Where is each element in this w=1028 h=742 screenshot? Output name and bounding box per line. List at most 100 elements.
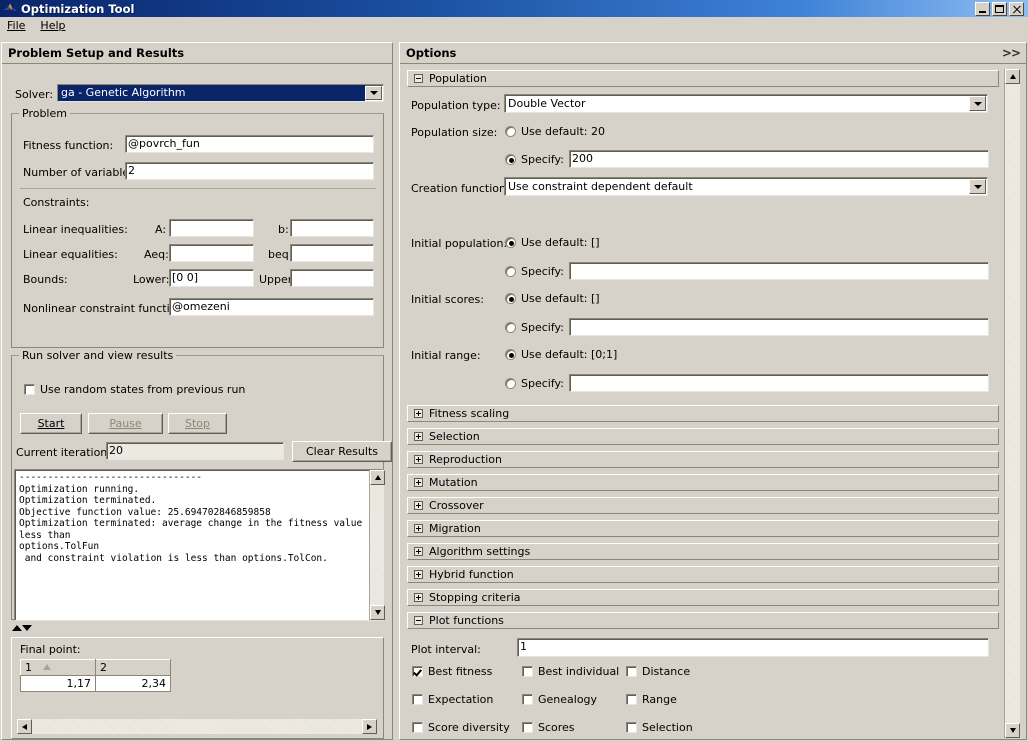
final-point-value-2[interactable]: 2,34 — [95, 675, 171, 692]
problem-group-title: Problem — [19, 107, 70, 120]
initial-range-specify-radio[interactable]: Specify: — [505, 377, 564, 390]
linear-equalities-beq-input[interactable] — [290, 244, 374, 262]
checkbox-score-diversity[interactable]: Score diversity — [412, 721, 510, 734]
pause-button[interactable]: Pause — [88, 413, 163, 434]
initial-range-input[interactable] — [569, 374, 989, 392]
scroll-track[interactable] — [370, 485, 384, 605]
population-type-dropdown[interactable]: Double Vector — [504, 94, 988, 113]
section-header-selection[interactable]: Selection — [407, 428, 999, 445]
section-header-stopping-criteria[interactable]: Stopping criteria — [407, 589, 999, 606]
checkbox-best-individual[interactable]: Best individual — [522, 665, 619, 678]
initial-scores-specify-radio[interactable]: Specify: — [505, 321, 564, 334]
expand-plus-icon[interactable] — [414, 570, 423, 579]
initial-population-specify-radio[interactable]: Specify: — [505, 265, 564, 278]
scroll-up-button[interactable] — [370, 470, 385, 485]
column-header-2[interactable]: 2 — [95, 659, 171, 676]
expand-plus-icon[interactable] — [414, 432, 423, 441]
scroll-down-button[interactable] — [1005, 723, 1020, 738]
checkbox-box — [522, 694, 533, 705]
minimize-button[interactable] — [975, 1, 990, 16]
checkbox-best-fitness[interactable]: Best fitness — [412, 665, 492, 678]
population-size-default-radio[interactable]: Use default: 20 — [505, 125, 605, 138]
menu-help[interactable]: Help — [38, 18, 72, 33]
section-header-fitness-scaling[interactable]: Fitness scaling — [407, 405, 999, 422]
fitness-function-input[interactable]: @povrch_fun — [125, 135, 374, 153]
final-point-value-1[interactable]: 1,17 — [20, 675, 96, 692]
results-vertical-scrollbar[interactable] — [369, 470, 385, 620]
close-button[interactable] — [1009, 1, 1024, 16]
section-header-migration[interactable]: Migration — [407, 520, 999, 537]
window-title: Optimization Tool — [21, 1, 135, 16]
table-header-row: 1 2 — [20, 659, 171, 676]
checkbox-distance[interactable]: Distance — [626, 665, 690, 678]
scroll-track[interactable] — [1005, 84, 1020, 723]
solver-dropdown[interactable]: ga - Genetic Algorithm — [57, 84, 384, 102]
checkbox-genealogy[interactable]: Genealogy — [522, 693, 597, 706]
creation-function-dropdown[interactable]: Use constraint dependent default — [504, 177, 988, 196]
scroll-up-button[interactable] — [1005, 69, 1020, 84]
section-header-population[interactable]: Population — [407, 70, 999, 87]
collapse-up-arrow-icon[interactable] — [12, 625, 22, 631]
linear-inequalities-b-input[interactable] — [290, 219, 374, 237]
collapse-minus-icon[interactable] — [414, 74, 423, 83]
plot-interval-input[interactable]: 1 — [517, 638, 989, 657]
lower-bound-input[interactable]: [0 0] — [169, 269, 254, 287]
maximize-button[interactable] — [992, 1, 1007, 16]
chevron-down-icon[interactable] — [969, 179, 986, 194]
expand-plus-icon[interactable] — [414, 478, 423, 487]
section-header-mutation[interactable]: Mutation — [407, 474, 999, 491]
initial-scores-input[interactable] — [569, 318, 989, 336]
collapse-minus-icon[interactable] — [414, 616, 423, 625]
final-point-horizontal-scrollbar[interactable] — [17, 719, 377, 734]
chevron-down-icon[interactable] — [365, 86, 382, 100]
expand-plus-icon[interactable] — [414, 501, 423, 510]
initial-population-input[interactable] — [569, 262, 989, 280]
radio-circle — [505, 378, 516, 389]
creation-function-value: Use constraint dependent default — [508, 179, 693, 193]
initial-population-default-radio[interactable]: Use default: [] — [505, 236, 600, 249]
chevron-down-icon[interactable] — [969, 96, 986, 111]
column-header-1[interactable]: 1 — [20, 659, 96, 676]
current-iteration-input[interactable]: 20 — [106, 442, 284, 460]
checkbox-box — [626, 722, 637, 733]
initial-range-default-radio[interactable]: Use default: [0;1] — [505, 348, 617, 361]
expand-plus-icon[interactable] — [414, 593, 423, 602]
start-button[interactable]: Start — [20, 413, 82, 434]
section-header-algorithm-settings[interactable]: Algorithm settings — [407, 543, 999, 560]
scroll-down-button[interactable] — [370, 605, 385, 620]
checkbox-scores[interactable]: Scores — [522, 721, 575, 734]
menu-file[interactable]: File — [5, 18, 32, 33]
linear-equalities-aeq-input[interactable] — [169, 244, 254, 262]
scroll-right-button[interactable] — [362, 719, 377, 734]
checkbox-expectation[interactable]: Expectation — [412, 693, 493, 706]
population-size-input[interactable]: 200 — [569, 150, 989, 168]
nonlinear-constraint-input[interactable]: @omezeni — [169, 298, 374, 316]
scroll-left-button[interactable] — [17, 719, 32, 734]
checkbox-box — [522, 666, 533, 677]
initial-scores-default-radio[interactable]: Use default: [] — [505, 292, 600, 305]
use-random-states-checkbox[interactable]: Use random states from previous run — [24, 383, 245, 396]
section-header-hybrid-function[interactable]: Hybrid function — [407, 566, 999, 583]
number-of-variables-input[interactable]: 2 — [125, 162, 374, 180]
expand-plus-icon[interactable] — [414, 409, 423, 418]
clear-results-button[interactable]: Clear Results — [292, 441, 392, 462]
expand-plus-icon[interactable] — [414, 524, 423, 533]
checkbox-selection[interactable]: Selection — [626, 721, 693, 734]
upper-bound-input[interactable] — [290, 269, 374, 287]
expand-options-button[interactable]: >> — [1002, 46, 1021, 60]
stop-button[interactable]: Stop — [168, 413, 227, 434]
section-header-crossover[interactable]: Crossover — [407, 497, 999, 514]
section-header-reproduction[interactable]: Reproduction — [407, 451, 999, 468]
panel-splitter[interactable] — [12, 625, 32, 631]
population-size-label: Population size: — [411, 126, 498, 139]
results-textarea[interactable]: -------------------------------- Optimiz… — [14, 469, 383, 621]
options-vertical-scrollbar[interactable] — [1004, 69, 1020, 738]
expand-plus-icon[interactable] — [414, 547, 423, 556]
expand-plus-icon[interactable] — [414, 455, 423, 464]
population-size-specify-radio[interactable]: Specify: — [505, 153, 564, 166]
scroll-track-h[interactable] — [32, 719, 362, 734]
linear-inequalities-a-input[interactable] — [169, 219, 254, 237]
checkbox-range[interactable]: Range — [626, 693, 677, 706]
section-header-plot-functions[interactable]: Plot functions — [407, 612, 999, 629]
expand-down-arrow-icon[interactable] — [22, 625, 32, 631]
